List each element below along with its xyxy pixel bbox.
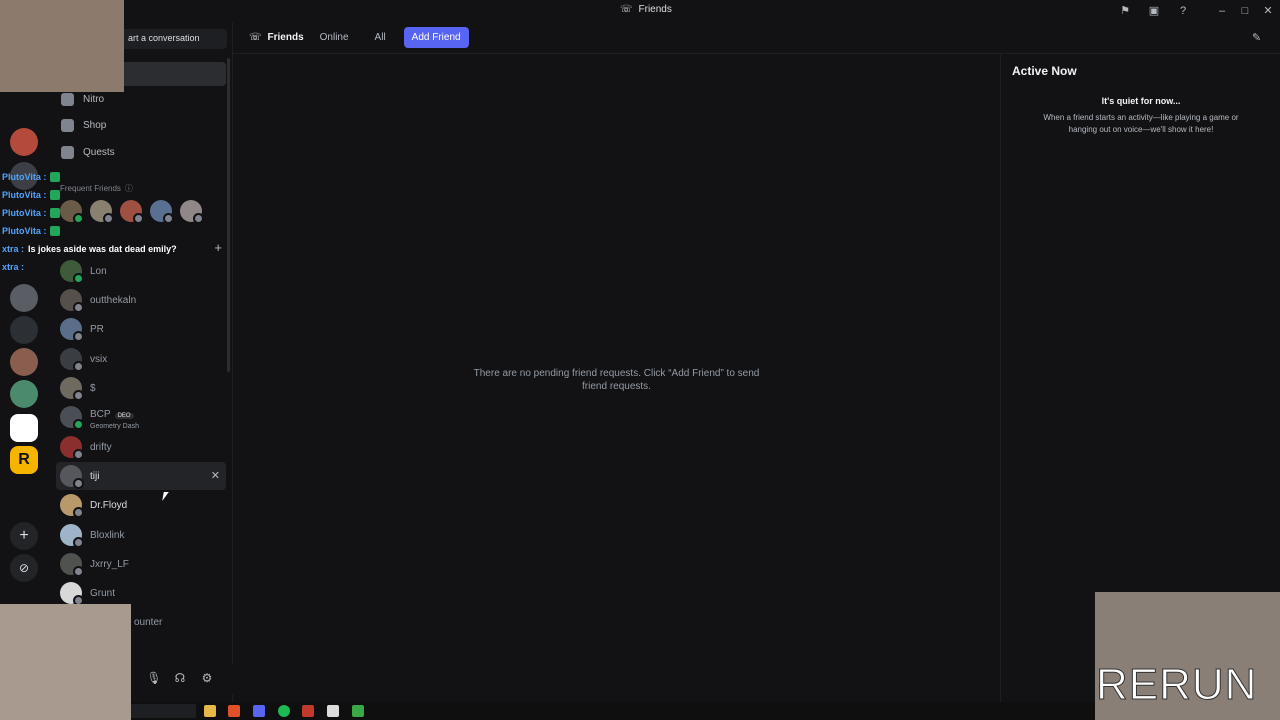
maximize-icon[interactable]: □ <box>1237 3 1253 19</box>
rockstar-server-icon[interactable]: R <box>10 446 38 474</box>
title-bar: ☏ Friends ⚑ ▣ ? – □ ✕ <box>0 0 1280 22</box>
add-server-icon[interactable]: + <box>10 522 38 550</box>
emote-icon <box>50 208 61 218</box>
status-badge: DEO <box>114 413 134 419</box>
avatar <box>60 318 84 342</box>
server-icon[interactable] <box>10 348 38 376</box>
server-icon[interactable] <box>10 380 38 408</box>
settings-gear-icon[interactable]: ⚙ <box>199 670 215 686</box>
friends-main-panel: There are no pending friend requests. Cl… <box>233 54 1000 702</box>
avatar <box>60 553 84 577</box>
headphones-icon[interactable]: ☊ <box>172 670 188 686</box>
avatar <box>60 377 84 401</box>
emote-icon <box>50 172 61 182</box>
microphone-icon[interactable]: 🎙 <box>146 670 162 686</box>
empty-state-message: There are no pending friend requests. Cl… <box>473 368 760 392</box>
app-icon[interactable] <box>352 705 364 717</box>
discover-icon[interactable]: ⊘ <box>10 554 38 582</box>
activity-status: Geometry Dash <box>90 423 140 430</box>
server-icon[interactable] <box>10 316 38 344</box>
server-icon[interactable] <box>10 414 38 442</box>
friends-icon: ☏ <box>249 32 262 43</box>
webcam-overlay <box>0 0 124 92</box>
dm-item[interactable]: PR <box>56 315 226 343</box>
chat-message: PlutoVita : <box>2 226 61 236</box>
avatar <box>60 289 84 313</box>
avatar <box>60 260 84 284</box>
nitro-icon <box>61 92 74 106</box>
app-icon[interactable] <box>302 705 314 717</box>
add-friend-button[interactable]: Add Friend <box>403 27 469 48</box>
dm-item[interactable]: $ <box>56 374 226 402</box>
dm-item-active[interactable]: tiji ✕ <box>56 462 226 490</box>
chat-message: PlutoVita : <box>2 190 61 200</box>
dm-item[interactable]: Bloxlink <box>56 521 226 549</box>
friends-title: ☏ Friends <box>249 32 304 43</box>
chat-message: PlutoVita : <box>2 208 61 218</box>
window-title: ☏ Friends <box>620 4 672 15</box>
dm-item[interactable]: vsix <box>56 345 226 373</box>
minimize-icon[interactable]: – <box>1214 3 1230 19</box>
dm-item[interactable]: BCP DEO Geometry Dash <box>56 403 226 431</box>
webcam-overlay <box>0 604 131 720</box>
frequent-friends-list <box>60 200 204 224</box>
channel-sidebar: art a conversation Nitro Shop Quests Fre… <box>48 22 233 702</box>
discord-taskbar-icon[interactable] <box>253 705 265 717</box>
file-explorer-icon[interactable] <box>204 705 216 717</box>
emote-icon <box>50 226 61 236</box>
chat-message: PlutoVita : <box>2 172 61 182</box>
frequent-friends-label: Frequent Friends ⓘ <box>60 184 133 193</box>
dm-item[interactable]: Jxrry_LF <box>56 550 226 578</box>
chat-message: xtra : Is jokes aside was dat dead emily? <box>2 244 177 254</box>
friends-icon: ☏ <box>620 4 633 15</box>
active-now-title: Active Now <box>1012 64 1077 78</box>
avatar <box>60 436 84 460</box>
notepad-icon[interactable] <box>327 705 339 717</box>
close-dm-icon[interactable]: ✕ <box>211 469 220 482</box>
shop-icon <box>61 118 74 132</box>
nav-shop[interactable]: Shop <box>56 112 226 138</box>
nav-quests[interactable]: Quests <box>56 139 226 165</box>
avatar <box>60 406 84 430</box>
server-icon[interactable] <box>10 284 38 312</box>
brave-browser-icon[interactable] <box>228 705 240 717</box>
avatar[interactable] <box>120 200 144 224</box>
inbox-icon[interactable]: ▣ <box>1146 3 1162 19</box>
server-icon[interactable] <box>10 128 38 156</box>
spotify-icon[interactable] <box>278 705 290 717</box>
taskbar-search[interactable] <box>128 704 196 718</box>
avatar <box>60 582 84 606</box>
quests-icon <box>61 145 74 159</box>
avatar[interactable] <box>180 200 204 224</box>
new-group-dm-icon[interactable]: ✎ <box>1252 31 1266 45</box>
avatar[interactable] <box>150 200 174 224</box>
dm-item[interactable]: Lon <box>56 257 226 285</box>
avatar[interactable] <box>60 200 84 224</box>
tab-online[interactable]: Online <box>320 32 349 43</box>
taskbar <box>0 702 1280 720</box>
help-icon[interactable]: ? <box>1175 3 1191 19</box>
active-now-description: When a friend starts an activity—like pl… <box>1043 113 1239 134</box>
dm-item[interactable]: outthekaln <box>56 286 226 314</box>
active-now-quiet: It's quiet for now... <box>1101 96 1181 106</box>
sidebar-scrollbar[interactable] <box>227 58 230 372</box>
avatar <box>60 494 84 518</box>
avatar <box>60 348 84 372</box>
chat-message: xtra : <box>2 262 25 272</box>
server-rail: R + ⊘ <box>0 22 48 702</box>
avatar <box>60 465 84 489</box>
emote-icon <box>50 190 61 200</box>
dm-item[interactable]: Grunt <box>56 579 226 607</box>
friends-header: ☏ Friends Online All Add Friend ✎ <box>233 22 1280 54</box>
tab-all[interactable]: All <box>375 32 386 43</box>
dm-item[interactable]: Dr.Floyd <box>56 491 226 519</box>
rerun-watermark: RERUN <box>1095 660 1258 710</box>
close-icon[interactable]: ✕ <box>1260 3 1276 19</box>
dm-item[interactable]: drifty <box>56 433 226 461</box>
create-dm-icon[interactable]: + <box>214 240 222 255</box>
info-icon: ⓘ <box>124 184 133 193</box>
avatar[interactable] <box>90 200 114 224</box>
flag-icon[interactable]: ⚑ <box>1117 3 1133 19</box>
avatar <box>60 524 84 548</box>
